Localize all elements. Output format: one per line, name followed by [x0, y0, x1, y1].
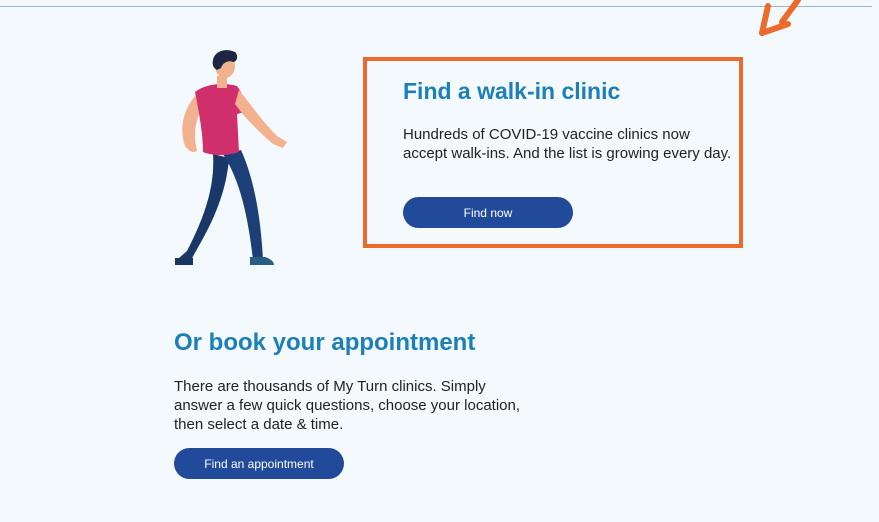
- walk-in-description: Hundreds of COVID-19 vaccine clinics now…: [403, 126, 732, 162]
- top-divider: [0, 6, 872, 7]
- walking-person-illustration: [175, 50, 287, 265]
- orange-arrow-icon: [759, 0, 801, 36]
- find-now-button[interactable]: Find now: [403, 197, 573, 228]
- find-appointment-button[interactable]: Find an appointment: [174, 448, 344, 479]
- book-appointment-description: There are thousands of My Turn clinics. …: [174, 378, 521, 433]
- walk-in-title: Find a walk-in clinic: [403, 78, 621, 104]
- book-appointment-title: Or book your appointment: [174, 329, 476, 356]
